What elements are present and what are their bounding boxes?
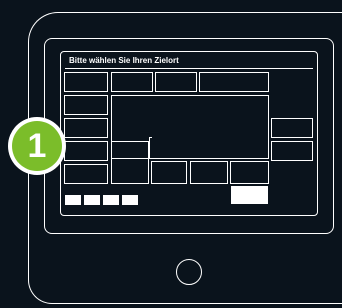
- location-tile[interactable]: [199, 72, 269, 92]
- location-tile[interactable]: [64, 118, 108, 138]
- location-tile[interactable]: [190, 161, 228, 184]
- nav-button[interactable]: [103, 195, 119, 205]
- confirm-button[interactable]: [231, 186, 268, 204]
- nav-button[interactable]: [84, 195, 100, 205]
- location-tile[interactable]: [64, 95, 108, 115]
- device-illustration: Bitte wählen Sie Ihren Zielort 1: [0, 0, 342, 308]
- nav-button[interactable]: [122, 195, 138, 205]
- location-tile[interactable]: [155, 72, 197, 92]
- title-divider: [65, 68, 313, 69]
- location-tile[interactable]: [271, 141, 313, 161]
- location-tile[interactable]: [271, 118, 313, 138]
- step-badge: 1: [8, 117, 66, 175]
- location-tile[interactable]: [230, 161, 269, 184]
- step-number: 1: [12, 121, 62, 171]
- touch-screen: Bitte wählen Sie Ihren Zielort: [60, 51, 318, 216]
- location-tile[interactable]: [64, 72, 108, 92]
- location-tile[interactable]: [111, 141, 149, 184]
- screen-title: Bitte wählen Sie Ihren Zielort: [69, 56, 179, 65]
- location-tile[interactable]: [64, 141, 108, 161]
- map-divider: [149, 137, 152, 159]
- home-button[interactable]: [176, 259, 202, 285]
- location-tile[interactable]: [64, 164, 108, 184]
- location-tile[interactable]: [111, 72, 153, 92]
- location-tile[interactable]: [151, 161, 187, 184]
- nav-button[interactable]: [65, 195, 81, 205]
